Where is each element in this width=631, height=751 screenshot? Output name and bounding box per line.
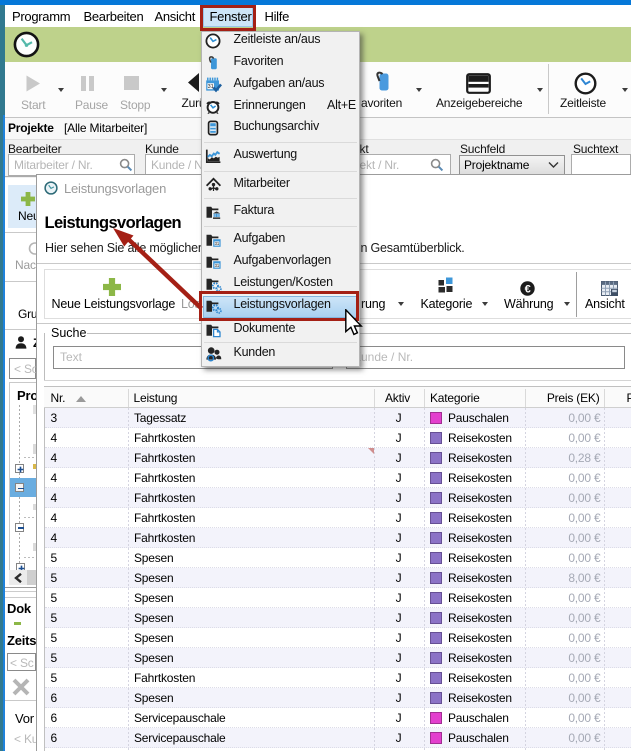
svg-text:31: 31 [215, 262, 220, 267]
svg-text:31: 31 [215, 240, 220, 245]
svg-text:€: € [525, 283, 531, 295]
svg-text:31: 31 [208, 84, 214, 90]
